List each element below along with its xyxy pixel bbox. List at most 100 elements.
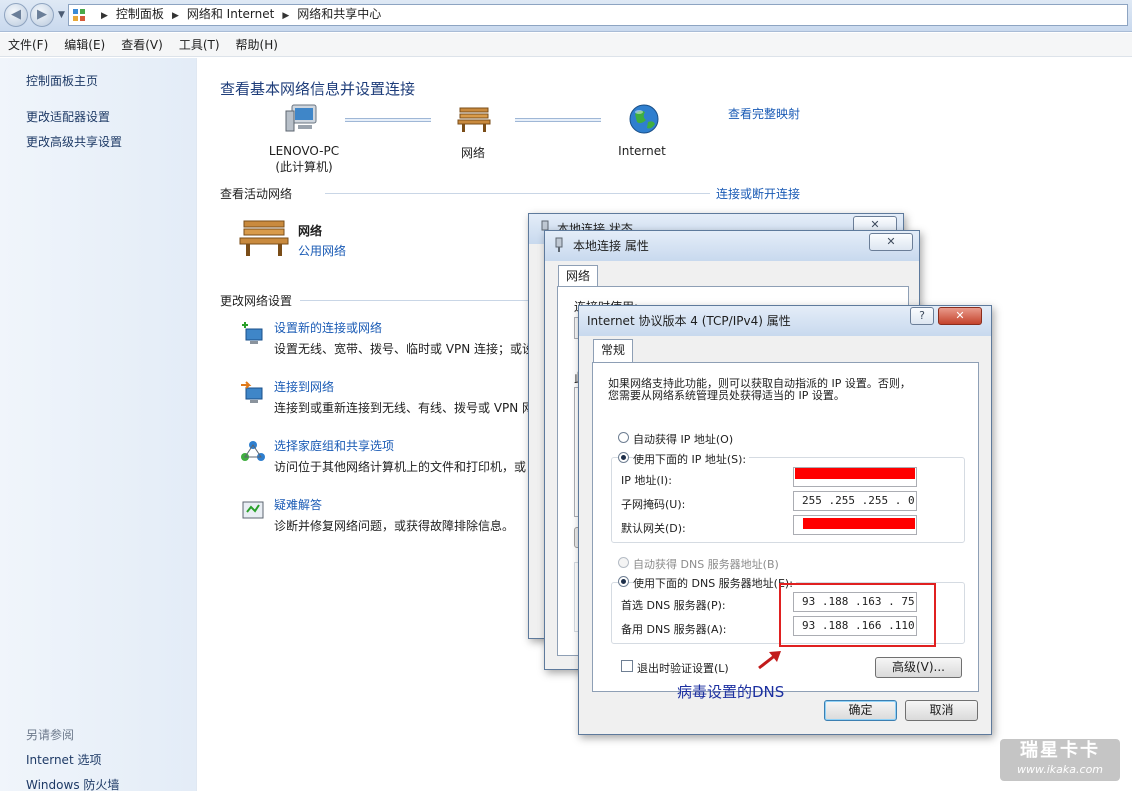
sidebar-item-control-panel-home[interactable]: 控制面板主页 (26, 72, 98, 89)
task-homegroup: 选择家庭组和共享选项 访问位于其他网络计算机上的文件和打印机，或 (240, 437, 530, 487)
tab-general[interactable]: 常规 (593, 339, 634, 363)
site-watermark: 瑞星卡卡 www.ikaka.com (1000, 739, 1120, 781)
history-dropdown-icon[interactable]: ▼ (58, 10, 65, 20)
auto-dns-label: 自动获得 DNS 服务器地址(B) (633, 558, 779, 571)
map-node-sublabel: (此计算机) (275, 160, 333, 174)
map-node-label: Internet (618, 144, 666, 158)
dns-highlight-box (779, 583, 936, 647)
section-divider (300, 300, 528, 301)
auto-ip-radio[interactable] (618, 432, 629, 443)
task-troubleshoot: 疑难解答 诊断并修复网络问题，或获得故障排除信息。 (240, 496, 530, 546)
map-node-internet: Internet (602, 144, 682, 158)
menu-edit[interactable]: 编辑(E) (56, 33, 113, 57)
redaction-mark (795, 468, 915, 479)
globe-internet-icon (629, 104, 659, 134)
address-bar: ◀ ▶ ▼ ▶ 控制面板 ▶ 网络和 Internet ▶ 网络和共享中心 (0, 0, 1132, 32)
close-icon: ✕ (886, 235, 896, 248)
cancel-button[interactable]: 取消 (905, 700, 978, 721)
connect-disconnect-link[interactable]: 连接或断开连接 (716, 185, 800, 202)
new-connection-icon (242, 322, 263, 344)
annotation-arrow-icon (758, 651, 781, 670)
sidebar-item-internet-options[interactable]: Internet 选项 (26, 751, 101, 768)
dialog-title: Internet 协议版本 4 (TCP/IPv4) 属性 (587, 314, 791, 328)
sidebar-item-change-adapter-settings[interactable]: 更改适配器设置 (26, 108, 110, 125)
breadcrumb: ▶ 控制面板 ▶ 网络和 Internet ▶ 网络和共享中心 (93, 5, 381, 25)
homegroup-sharing-link[interactable]: 选择家庭组和共享选项 (274, 437, 394, 454)
control-panel-icon (73, 9, 85, 21)
use-ip-label: 使用下面的 IP 地址(S): (633, 451, 750, 467)
task-description: 设置无线、宽带、拨号、临时或 VPN 连接；或设 (274, 342, 530, 356)
back-arrow-icon: ◀ (11, 7, 21, 22)
menu-help[interactable]: 帮助(H) (228, 33, 286, 57)
validate-settings-label: 退出时验证设置(L) (637, 662, 729, 675)
help-button[interactable]: ? (910, 307, 934, 325)
breadcrumb-sep-icon: ▶ (101, 11, 108, 21)
intro-text: 您需要从网络系统管理员处获得适当的 IP 设置。 (608, 389, 845, 402)
breadcrumb-sep-icon: ▶ (282, 11, 290, 21)
map-link-line (345, 118, 431, 122)
close-button[interactable]: ✕ (938, 307, 982, 325)
advanced-button[interactable]: 高级(V)... (875, 657, 962, 678)
computer-icon (285, 104, 317, 132)
alternate-dns-label: 备用 DNS 服务器(A): (621, 623, 727, 636)
map-node-label: LENOVO-PC (268, 144, 340, 158)
ok-button[interactable]: 确定 (824, 700, 897, 721)
see-also-heading: 另请参阅 (26, 728, 75, 742)
map-link-line (515, 118, 601, 122)
watermark-url: www.ikaka.com (1016, 763, 1104, 776)
ipv4-properties-dialog: Internet 协议版本 4 (TCP/IPv4) 属性 ? ✕ 常规 如果网… (578, 305, 992, 735)
breadcrumb-control-panel[interactable]: 控制面板 (116, 7, 164, 21)
task-connect-network: 连接到网络 连接到或重新连接到无线、有线、拨号或 VPN 网 (240, 378, 530, 428)
close-button[interactable]: ✕ (869, 233, 913, 251)
task-setup-connection: 设置新的连接或网络 设置无线、宽带、拨号、临时或 VPN 连接；或设 (240, 319, 530, 369)
forward-button[interactable]: ▶ (30, 3, 54, 27)
general-panel: 如果网络支持此功能，则可以获取自动指派的 IP 设置。否则， 您需要从网络系统管… (592, 362, 979, 701)
network-type-link[interactable]: 公用网络 (298, 242, 346, 259)
connect-to-network-link[interactable]: 连接到网络 (274, 378, 334, 395)
breadcrumb-sep-icon: ▶ (171, 11, 179, 21)
view-full-map-link[interactable]: 查看完整映射 (728, 105, 800, 122)
breadcrumb-network-internet[interactable]: 网络和 Internet (187, 7, 274, 21)
close-icon: ✕ (955, 309, 965, 322)
menu-tools[interactable]: 工具(T) (171, 33, 228, 57)
bench-network-icon (457, 107, 491, 132)
use-dns-radio[interactable] (618, 576, 629, 587)
use-ip-radio[interactable] (618, 452, 629, 463)
task-description: 诊断并修复网络问题，或获得故障排除信息。 (274, 519, 515, 533)
setup-connection-link[interactable]: 设置新的连接或网络 (274, 319, 382, 336)
sidebar-item-windows-firewall[interactable]: Windows 防火墙 (26, 776, 119, 791)
dialog-title: 本地连接 属性 (573, 239, 649, 253)
redaction-mark (803, 518, 915, 529)
task-description: 访问位于其他网络计算机上的文件和打印机，或 (274, 460, 527, 474)
subnet-mask-label: 子网掩码(U): (621, 498, 686, 511)
menu-view[interactable]: 查看(V) (113, 33, 171, 57)
homegroup-icon (241, 441, 265, 461)
bench-network-icon (239, 220, 289, 256)
connect-network-icon (241, 381, 263, 403)
map-node-label: 网络 (460, 146, 485, 160)
annotation-label: 病毒设置的DNS (677, 683, 785, 701)
sidebar: 控制面板主页 更改适配器设置 更改高级共享设置 另请参阅 Internet 选项… (0, 58, 197, 791)
forward-arrow-icon: ▶ (37, 7, 47, 22)
menu-file[interactable]: 文件(F) (0, 33, 56, 57)
section-divider (325, 193, 710, 194)
map-node-network: 网络 (433, 144, 513, 161)
menu-bar: 文件(F) 编辑(E) 查看(V) 工具(T) 帮助(H) (0, 33, 1132, 57)
page-title: 查看基本网络信息并设置连接 (220, 80, 416, 98)
active-networks-heading: 查看活动网络 (220, 187, 293, 201)
task-description: 连接到或重新连接到无线、有线、拨号或 VPN 网 (274, 401, 530, 415)
default-gateway-label: 默认网关(D): (621, 522, 686, 535)
validate-settings-checkbox[interactable] (621, 660, 633, 672)
breadcrumb-network-sharing-center[interactable]: 网络和共享中心 (297, 7, 381, 21)
subnet-mask-field[interactable]: 255 .255 .255 . 0 (793, 491, 917, 511)
troubleshoot-link[interactable]: 疑难解答 (274, 496, 322, 513)
troubleshoot-icon (242, 501, 264, 519)
map-node-this-pc: LENOVO-PC (此计算机) (254, 144, 354, 175)
active-network-name: 网络 (298, 224, 323, 238)
watermark-brand: 瑞星卡卡 (1020, 740, 1100, 761)
address-box[interactable]: ▶ 控制面板 ▶ 网络和 Internet ▶ 网络和共享中心 (68, 4, 1128, 26)
tab-networking[interactable]: 网络 (558, 265, 599, 287)
auto-dns-radio[interactable] (618, 557, 629, 568)
sidebar-item-change-advanced-sharing[interactable]: 更改高级共享设置 (26, 133, 122, 150)
back-button[interactable]: ◀ (4, 3, 28, 27)
